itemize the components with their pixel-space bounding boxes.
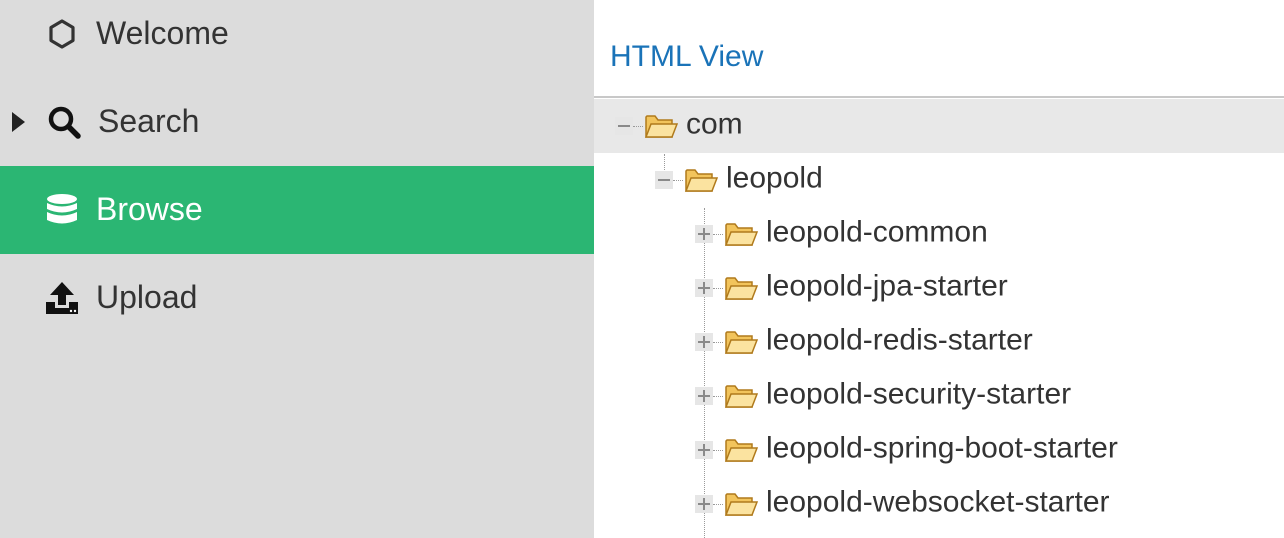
- sidebar-item-welcome[interactable]: Welcome: [0, 0, 594, 78]
- tree-connector: [633, 126, 643, 127]
- open-folder-icon: [724, 277, 758, 300]
- tree-node-leopold[interactable]: leopold: [594, 153, 1284, 207]
- tree-connector: [713, 504, 723, 505]
- tree-connector: [713, 450, 723, 451]
- expand-toggle-icon[interactable]: [695, 225, 713, 243]
- sidebar-item-search[interactable]: Search: [0, 78, 594, 166]
- package-tree: com leopold leopold-common leopold-jpa-s…: [594, 98, 1284, 538]
- tree-connector: [673, 180, 683, 181]
- view-title-link[interactable]: HTML View: [610, 40, 763, 74]
- tree-node-label[interactable]: leopold-websocket-starter: [766, 486, 1110, 520]
- sidebar-item-label: Welcome: [96, 14, 229, 51]
- tree-connector: [713, 342, 723, 343]
- main-panel: HTML View com leopold leopold-common leo…: [594, 0, 1284, 538]
- search-icon: [48, 106, 81, 139]
- expand-toggle-icon[interactable]: [695, 279, 713, 297]
- open-folder-icon: [724, 223, 758, 246]
- database-icon: [47, 194, 77, 224]
- open-folder-icon: [684, 169, 718, 192]
- tree-node-leopold-websocket-starter[interactable]: leopold-websocket-starter: [594, 477, 1284, 531]
- tree-node-leopold-security-starter[interactable]: leopold-security-starter: [594, 369, 1284, 423]
- tree-node-label[interactable]: com: [686, 108, 743, 142]
- open-folder-icon: [724, 493, 758, 516]
- expand-toggle-icon[interactable]: [695, 495, 713, 513]
- open-folder-icon: [644, 115, 678, 138]
- sidebar: Welcome Search Browse Upload: [0, 0, 594, 538]
- tree-node-com[interactable]: com: [594, 99, 1284, 153]
- expand-toggle-icon[interactable]: [695, 333, 713, 351]
- open-folder-icon: [724, 439, 758, 462]
- tree-node-leopold-redis-starter[interactable]: leopold-redis-starter: [594, 315, 1284, 369]
- tree-node-leopold-spring-boot-starter[interactable]: leopold-spring-boot-starter: [594, 423, 1284, 477]
- expand-toggle-icon[interactable]: [695, 387, 713, 405]
- tree-node-leopold-common[interactable]: leopold-common: [594, 207, 1284, 261]
- sidebar-item-label: Upload: [96, 278, 198, 315]
- sidebar-item-label: Search: [98, 102, 200, 139]
- caret-right-icon[interactable]: [12, 112, 25, 132]
- tree-node-leopold-jpa-starter[interactable]: leopold-jpa-starter: [594, 261, 1284, 315]
- hexagon-icon: [49, 19, 75, 49]
- tree-node-label[interactable]: leopold-spring-boot-starter: [766, 432, 1118, 466]
- open-folder-icon: [724, 385, 758, 408]
- open-folder-icon: [724, 331, 758, 354]
- sidebar-item-label: Browse: [96, 190, 203, 227]
- tree-node-label[interactable]: leopold-common: [766, 216, 988, 250]
- tree-connector: [713, 288, 723, 289]
- tree-connector: [713, 396, 723, 397]
- sidebar-item-browse[interactable]: Browse: [0, 166, 594, 254]
- tree-connector: [713, 234, 723, 235]
- tree-node-label[interactable]: leopold: [726, 162, 823, 196]
- collapse-toggle-icon[interactable]: [615, 117, 633, 135]
- tree-node-label[interactable]: leopold-jpa-starter: [766, 270, 1008, 304]
- collapse-toggle-icon[interactable]: [655, 171, 673, 189]
- expand-toggle-icon[interactable]: [695, 441, 713, 459]
- upload-icon: [46, 282, 78, 314]
- tree-node-label[interactable]: leopold-security-starter: [766, 378, 1071, 412]
- tree-node-label[interactable]: leopold-redis-starter: [766, 324, 1033, 358]
- sidebar-item-upload[interactable]: Upload: [0, 254, 594, 342]
